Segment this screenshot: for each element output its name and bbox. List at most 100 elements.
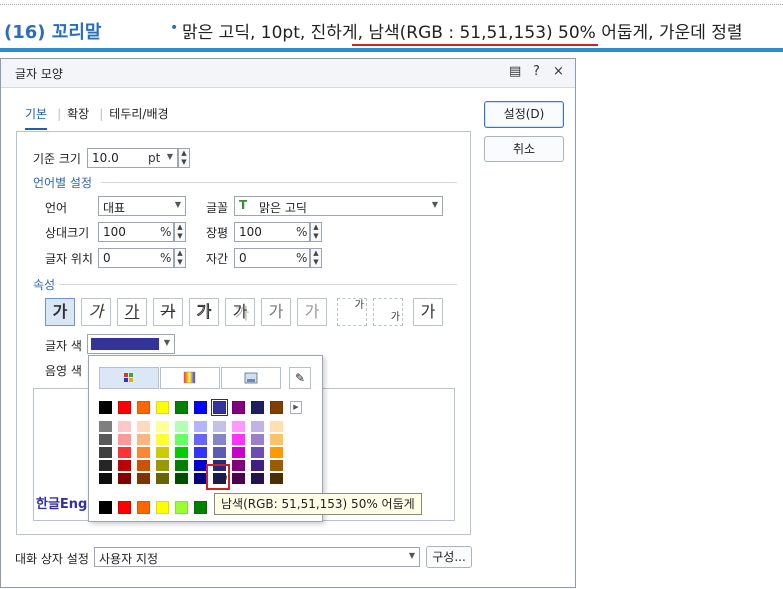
shade-swatch[interactable] — [213, 434, 226, 445]
recent-color-swatch[interactable] — [137, 501, 150, 514]
italic-button[interactable]: 가 — [81, 298, 111, 326]
shade-swatch[interactable] — [251, 447, 264, 458]
rel-size-stepper[interactable]: ▲ ▼ — [174, 222, 186, 242]
cancel-button[interactable]: 취소 — [484, 136, 564, 162]
shade-swatch[interactable] — [194, 447, 207, 458]
color-swatch[interactable] — [118, 401, 131, 414]
shade-swatch[interactable] — [175, 447, 188, 458]
rel-size-input[interactable]: 100 % — [98, 222, 174, 242]
normal-button[interactable]: 가 — [413, 298, 443, 326]
bold-button[interactable]: 가 — [45, 298, 75, 326]
shade-swatch[interactable] — [137, 460, 150, 471]
shade-swatch[interactable] — [175, 421, 188, 432]
recent-color-swatch[interactable] — [118, 501, 131, 514]
tab-basic[interactable]: 기본 — [25, 105, 48, 130]
color-swatch[interactable] — [232, 401, 245, 414]
color-swatch[interactable] — [251, 401, 264, 414]
shade-swatch[interactable] — [156, 473, 169, 484]
shade-swatch[interactable] — [156, 421, 169, 432]
emboss-button[interactable]: 가 — [261, 298, 291, 326]
underline-button[interactable]: 가 — [117, 298, 147, 326]
shade-swatch[interactable] — [137, 421, 150, 432]
color-swatch[interactable] — [270, 401, 283, 414]
shade-swatch[interactable] — [194, 434, 207, 445]
tab-color-image[interactable] — [221, 367, 281, 389]
close-icon[interactable]: × — [553, 64, 564, 79]
dialog-settings-select[interactable]: 사용자 지정 ▼ — [94, 547, 420, 567]
superscript-button[interactable]: 가 — [337, 298, 367, 326]
language-select[interactable]: 대표 ▼ — [98, 196, 186, 216]
shade-swatch[interactable] — [99, 473, 112, 484]
width-input[interactable]: 100 % — [234, 222, 310, 242]
shade-swatch[interactable] — [251, 473, 264, 484]
shade-swatch[interactable] — [232, 447, 245, 458]
position-stepper[interactable]: ▲ ▼ — [174, 248, 186, 268]
color-swatch[interactable] — [99, 401, 112, 414]
shade-swatch[interactable] — [194, 421, 207, 432]
shade-swatch[interactable] — [118, 447, 131, 458]
shade-swatch[interactable] — [156, 434, 169, 445]
shade-swatch[interactable] — [118, 434, 131, 445]
outline-button[interactable]: 가 — [189, 298, 219, 326]
shade-swatch[interactable] — [137, 473, 150, 484]
spacing-stepper[interactable]: ▲ ▼ — [310, 248, 322, 268]
shade-swatch[interactable] — [175, 460, 188, 471]
color-swatch[interactable] — [156, 401, 169, 414]
shade-swatch[interactable] — [270, 473, 283, 484]
shade-swatch[interactable] — [251, 434, 264, 445]
color-swatch[interactable] — [211, 399, 228, 416]
font-select[interactable]: T 맑은 고딕 ▼ — [234, 196, 443, 216]
shade-swatch[interactable] — [99, 434, 112, 445]
more-colors-arrow-icon[interactable]: ▶ — [290, 401, 302, 414]
shade-swatch[interactable] — [251, 460, 264, 471]
color-swatch[interactable] — [194, 401, 207, 414]
shade-swatch[interactable] — [251, 421, 264, 432]
config-button[interactable]: 구성... — [426, 546, 472, 568]
tab-color-spectrum[interactable] — [160, 367, 220, 389]
position-input[interactable]: 0 % — [98, 248, 174, 268]
shade-swatch[interactable] — [118, 421, 131, 432]
shade-swatch[interactable] — [137, 434, 150, 445]
shade-swatch[interactable] — [270, 447, 283, 458]
recent-color-swatch[interactable] — [194, 501, 207, 514]
recent-color-swatch[interactable] — [175, 501, 188, 514]
help-icon[interactable]: ? — [533, 64, 540, 79]
shade-swatch[interactable] — [175, 434, 188, 445]
text-color-select[interactable]: ▼ — [87, 334, 175, 354]
shade-swatch[interactable] — [232, 434, 245, 445]
shade-swatch[interactable] — [270, 421, 283, 432]
width-stepper[interactable]: ▲ ▼ — [310, 222, 322, 242]
shade-swatch[interactable] — [232, 460, 245, 471]
memo-icon[interactable]: ▤ — [509, 64, 521, 79]
eyedropper-icon[interactable]: ✎ — [289, 367, 311, 389]
shade-swatch[interactable] — [156, 447, 169, 458]
spacing-input[interactable]: 0 % — [234, 248, 310, 268]
tab-extended[interactable]: 확장 — [67, 105, 89, 122]
shade-swatch[interactable] — [99, 460, 112, 471]
strikethrough-button[interactable]: 가 — [153, 298, 183, 326]
color-swatch[interactable] — [175, 401, 188, 414]
ok-button[interactable]: 설정(D) — [484, 101, 564, 128]
shade-swatch[interactable] — [270, 460, 283, 471]
tab-color-palette[interactable] — [99, 367, 159, 389]
shade-swatch[interactable] — [270, 434, 283, 445]
shadow-button[interactable]: 가 — [225, 298, 255, 326]
shade-swatch[interactable] — [232, 421, 245, 432]
subscript-button[interactable]: 가 — [373, 298, 403, 326]
tab-border[interactable]: 테두리/배경 — [109, 105, 168, 122]
base-size-input[interactable]: 10.0 pt ▼ — [87, 148, 178, 168]
shade-swatch[interactable] — [175, 473, 188, 484]
base-size-stepper[interactable]: ▲ ▼ — [178, 148, 190, 168]
shade-swatch[interactable] — [137, 447, 150, 458]
recent-color-swatch[interactable] — [99, 501, 112, 514]
shade-swatch[interactable] — [99, 421, 112, 432]
shade-swatch[interactable] — [156, 460, 169, 471]
engrave-button[interactable]: 가 — [297, 298, 327, 326]
recent-color-swatch[interactable] — [156, 501, 169, 514]
shade-swatch[interactable] — [232, 473, 245, 484]
shade-swatch[interactable] — [118, 473, 131, 484]
shade-swatch[interactable] — [99, 447, 112, 458]
color-swatch[interactable] — [137, 401, 150, 414]
shade-swatch[interactable] — [118, 460, 131, 471]
shade-swatch[interactable] — [213, 447, 226, 458]
